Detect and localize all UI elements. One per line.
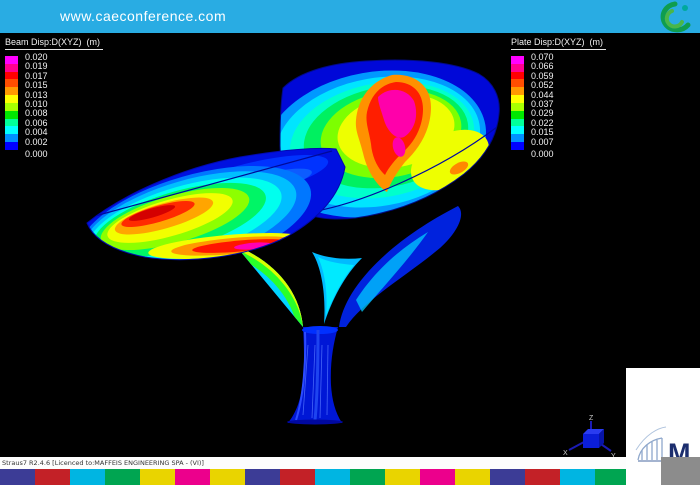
footer-color-segment xyxy=(315,469,350,485)
footer-color-segment xyxy=(140,469,175,485)
footer-color-segment xyxy=(210,469,245,485)
footer-color-segment xyxy=(280,469,315,485)
corner-logo-area: M xyxy=(626,368,700,485)
legend-color-band xyxy=(5,87,18,95)
footer-color-segment xyxy=(420,469,455,485)
legend-value: 0.000 xyxy=(25,150,48,159)
beam-legend-title: Beam Disp:D(XYZ) (m) xyxy=(5,37,103,50)
axis-x-label: X xyxy=(563,450,568,457)
legend-color-band xyxy=(511,64,524,72)
footer-color-segment xyxy=(245,469,280,485)
legend-color-band xyxy=(5,79,18,87)
legend-color-band xyxy=(5,134,18,142)
plate-legend-colorbar xyxy=(511,56,524,150)
legend-color-band xyxy=(511,72,524,80)
license-status-text: Straus7 R2.4.6 [Licenced to:MAFFEIS ENGI… xyxy=(2,459,204,467)
beam-legend-values: 0.0200.0190.0170.0150.0130.0100.0080.006… xyxy=(25,53,48,159)
cae-conference-swirl-icon xyxy=(644,1,696,33)
legend-color-band xyxy=(511,126,524,134)
header-banner: www.caeconference.com xyxy=(0,0,700,33)
axis-triad: Z X Y xyxy=(563,415,616,457)
legend-color-band xyxy=(511,111,524,119)
footer-color-segment xyxy=(455,469,490,485)
plate-legend-values: 0.0700.0660.0590.0520.0440.0370.0290.022… xyxy=(531,53,554,159)
model-left-leaf xyxy=(67,144,345,301)
footer-color-segment xyxy=(35,469,70,485)
model-trunk xyxy=(287,326,343,425)
footer-color-segment xyxy=(70,469,105,485)
legend-color-band xyxy=(511,142,524,150)
legend-color-band xyxy=(5,111,18,119)
footer-color-segment xyxy=(350,469,385,485)
corner-gray-block xyxy=(661,457,700,485)
plate-legend-title: Plate Disp:D(XYZ) (m) xyxy=(511,37,606,50)
legend-color-band xyxy=(511,79,524,87)
legend-color-band xyxy=(511,134,524,142)
footer-color-segment xyxy=(105,469,140,485)
legend-color-band xyxy=(5,56,18,64)
legend-color-band xyxy=(5,103,18,111)
footer-color-segment xyxy=(385,469,420,485)
conference-url[interactable]: www.caeconference.com xyxy=(60,8,226,24)
legend-color-band xyxy=(5,64,18,72)
footer-color-strip xyxy=(0,469,700,485)
legend-color-band xyxy=(5,95,18,103)
legend-color-band xyxy=(5,142,18,150)
footer-color-segment xyxy=(490,469,525,485)
footer-color-segment xyxy=(0,469,35,485)
legend-color-band xyxy=(511,95,524,103)
legend-color-band xyxy=(511,87,524,95)
legend-value: 0.007 xyxy=(531,138,554,147)
legend-color-band xyxy=(511,119,524,127)
legend-color-band xyxy=(5,119,18,127)
plate-displacement-legend: Plate Disp:D(XYZ) (m) 0.0700.0660.0590.0… xyxy=(511,37,606,159)
legend-value: 0.002 xyxy=(25,138,48,147)
legend-value: 0.000 xyxy=(531,150,554,159)
legend-color-band xyxy=(511,103,524,111)
footer-color-segment xyxy=(595,469,630,485)
status-bar: Straus7 R2.4.6 [Licenced to:MAFFEIS ENGI… xyxy=(0,457,700,469)
footer-color-segment xyxy=(560,469,595,485)
beam-displacement-legend: Beam Disp:D(XYZ) (m) 0.0200.0190.0170.01… xyxy=(5,37,103,159)
beam-legend-colorbar xyxy=(5,56,18,150)
legend-color-band xyxy=(5,72,18,80)
footer-color-segment xyxy=(175,469,210,485)
axis-z-label: Z xyxy=(589,415,594,422)
footer-color-segment xyxy=(525,469,560,485)
legend-color-band xyxy=(511,56,524,64)
legend-color-band xyxy=(5,126,18,134)
